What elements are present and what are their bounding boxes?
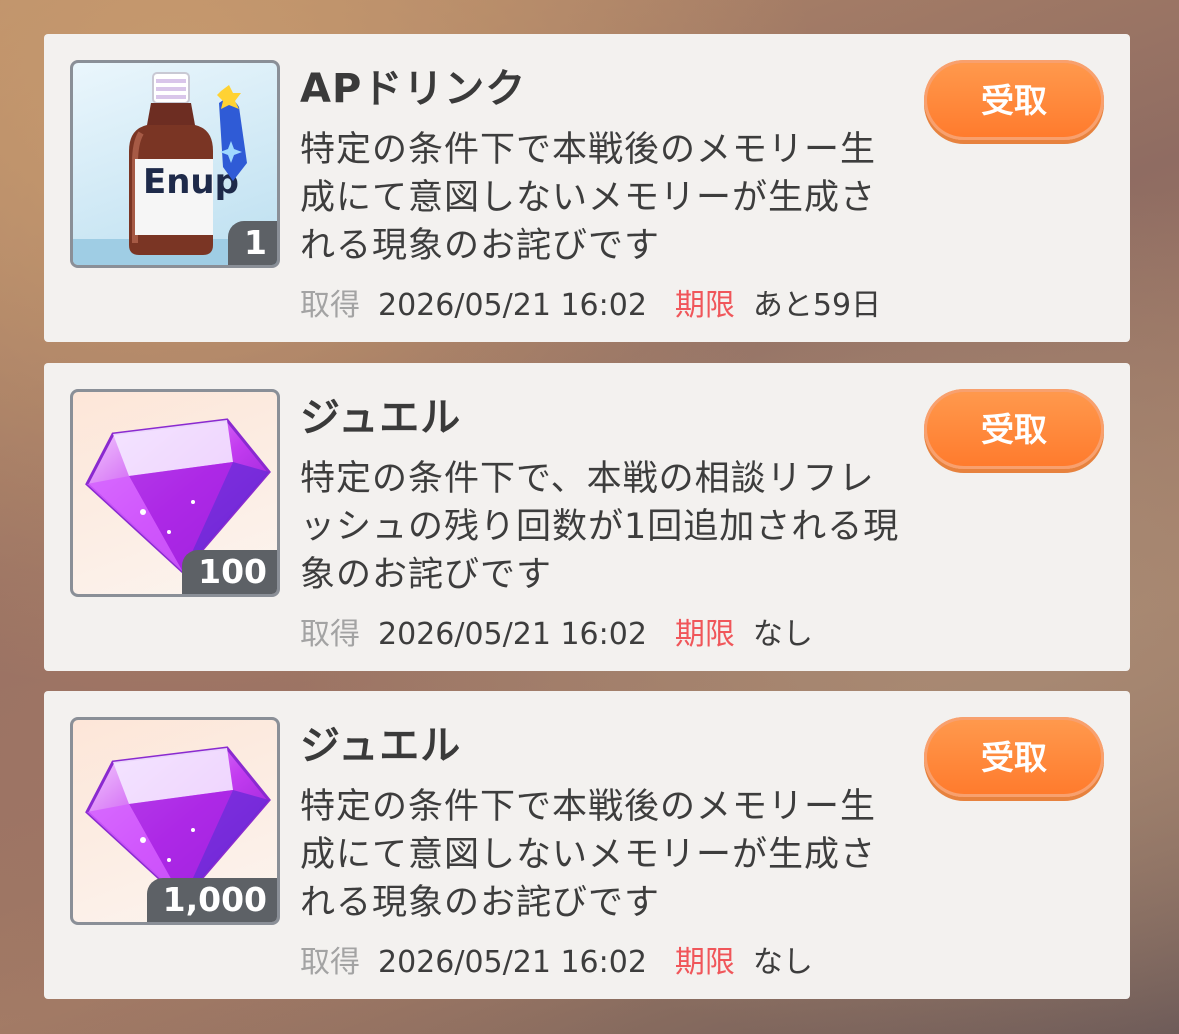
acquired-label: 取得 bbox=[300, 945, 360, 980]
item-description: 特定の条件下で本戦後のメモリー生成にて意図しないメモリーが生成される現象のお詫び… bbox=[300, 130, 877, 266]
jewel-item-image: 100 bbox=[70, 389, 280, 597]
item-quantity-badge: 100 bbox=[182, 550, 277, 594]
item-meta: 取得 2026/05/21 16:02 期限 なし bbox=[300, 937, 813, 981]
jewel-item-image: 1,000 bbox=[70, 717, 280, 925]
acquired-date: 2026/05/21 16:02 bbox=[378, 288, 647, 323]
limit-value: なし bbox=[752, 617, 813, 652]
acquired-label: 取得 bbox=[300, 617, 360, 652]
item-meta: 取得 2026/05/21 16:02 期限 なし bbox=[300, 609, 813, 653]
limit-value: あと59日 bbox=[752, 288, 882, 323]
acquired-date: 2026/05/21 16:02 bbox=[378, 617, 647, 652]
claim-button[interactable]: 受取 bbox=[924, 60, 1104, 140]
item-description: 特定の条件下で、本戦の相談リフレッシュの残り回数が1回追加される現象のお詫びです bbox=[300, 459, 900, 595]
limit-label: 期限 bbox=[674, 617, 735, 652]
present-item-card: Enup 1 APドリンク 特定の条件下で本戦後のメモリー生成にて意図しないメモ… bbox=[44, 34, 1130, 342]
acquired-date: 2026/05/21 16:02 bbox=[378, 945, 647, 980]
item-title: ジュエル bbox=[300, 395, 462, 441]
limit-value: なし bbox=[752, 945, 813, 980]
item-quantity-badge: 1 bbox=[228, 221, 277, 265]
present-item-card: 100 ジュエル 特定の条件下で、本戦の相談リフレッシュの残り回数が1回追加され… bbox=[44, 363, 1130, 671]
item-meta: 取得 2026/05/21 16:02 期限 あと59日 bbox=[300, 280, 881, 324]
claim-button[interactable]: 受取 bbox=[924, 389, 1104, 469]
claim-button[interactable]: 受取 bbox=[924, 717, 1104, 797]
item-title: ジュエル bbox=[300, 723, 462, 769]
item-title: APドリンク bbox=[300, 66, 527, 112]
item-quantity-badge: 1,000 bbox=[146, 878, 277, 922]
item-description: 特定の条件下で本戦後のメモリー生成にて意図しないメモリーが生成される現象のお詫び… bbox=[300, 787, 877, 923]
acquired-label: 取得 bbox=[300, 288, 360, 323]
present-item-card: 1,000 ジュエル 特定の条件下で本戦後のメモリー生成にて意図しないメモリーが… bbox=[44, 691, 1130, 999]
limit-label: 期限 bbox=[674, 288, 735, 323]
limit-label: 期限 bbox=[674, 945, 735, 980]
ap-drink-item-image: Enup 1 bbox=[70, 60, 280, 268]
